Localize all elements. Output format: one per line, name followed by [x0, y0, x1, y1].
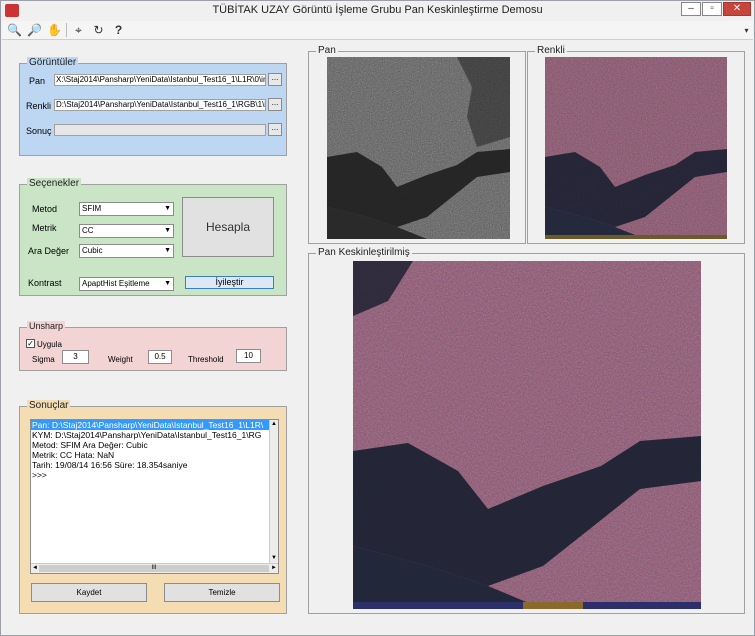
- sigma-label: Sigma: [32, 355, 55, 364]
- log-line: Metod: SFIM Ara Değer: Cubic: [32, 440, 148, 450]
- chevron-down-icon: ▼: [164, 280, 171, 287]
- renkli-image-graphic: [545, 57, 727, 239]
- options-panel: Seçenekler Metod SFIM ▼ Metrik CC ▼ Ara De…: [19, 178, 287, 296]
- uygula-label: Uygula: [37, 340, 62, 349]
- ara-deger-select[interactable]: Cubic ▼: [79, 244, 174, 258]
- renkli-browse-button[interactable]: ...: [268, 98, 282, 111]
- help-icon[interactable]: ?: [110, 22, 127, 39]
- threshold-input[interactable]: 10: [236, 349, 261, 363]
- renkli-path-field[interactable]: D:\Staj2014\Pansharp\YeniData\Istanbul_T…: [54, 99, 266, 111]
- sharpened-view-label: Pan Keskinleştirilmiş: [316, 247, 412, 258]
- sonuc-path-field[interactable]: [54, 124, 266, 136]
- title-bar: TÜBİTAK UZAY Görüntü İşleme Grubu Pan Ke…: [1, 1, 754, 21]
- unsharp-panel: Unsharp ✓ Uygula Sigma 3 Weight 0.5 Thre…: [19, 321, 287, 371]
- images-legend: Görüntüler: [27, 57, 79, 68]
- sonuc-browse-button[interactable]: ...: [268, 123, 282, 136]
- pan-label: Pan: [29, 76, 46, 86]
- zoom-out-icon[interactable]: 🔎: [26, 22, 43, 39]
- toolbar-separator: [66, 23, 67, 37]
- kontrast-value: ApaptHist Eşitleme: [82, 279, 150, 288]
- kaydet-button[interactable]: Kaydet: [31, 583, 147, 602]
- vertical-scrollbar[interactable]: ▲ ▼: [269, 420, 278, 563]
- weight-label: Weight: [108, 355, 133, 364]
- chevron-down-icon: ▼: [164, 227, 171, 234]
- chevron-down-icon: ▼: [164, 247, 171, 254]
- scroll-left-icon[interactable]: ◄: [32, 564, 38, 573]
- ara-deger-label: Ara Değer: [28, 246, 70, 256]
- toolbar-overflow-icon[interactable]: ▾: [738, 22, 755, 39]
- window-title: TÜBİTAK UZAY Görüntü İşleme Grubu Pan Ke…: [212, 4, 543, 16]
- pan-image-graphic: [327, 57, 510, 239]
- log-line: Tarih: 19/08/14 16:56 Süre: 18.354saniye: [32, 460, 188, 470]
- pan-image[interactable]: [327, 57, 510, 239]
- uygula-checkbox[interactable]: ✓: [26, 339, 35, 348]
- renkli-view-label: Renkli: [535, 45, 567, 56]
- scroll-up-icon[interactable]: ▲: [270, 420, 278, 429]
- sharpened-image[interactable]: [353, 261, 701, 609]
- minimize-button[interactable]: –: [681, 2, 701, 16]
- hesapla-button[interactable]: Hesapla: [182, 197, 274, 257]
- toolbar: 🔍 🔎 ✋ ⌖ ↻ ? ▾: [2, 21, 753, 40]
- metod-value: SFIM: [82, 204, 102, 213]
- threshold-label: Threshold: [188, 355, 224, 364]
- unsharp-legend: Unsharp: [27, 321, 66, 331]
- iyilestir-button[interactable]: İyileştir: [185, 276, 274, 289]
- log-line: >>>: [32, 470, 47, 480]
- renkli-image[interactable]: [545, 57, 727, 239]
- metod-select[interactable]: SFIM ▼: [79, 202, 174, 216]
- weight-input[interactable]: 0.5: [148, 350, 172, 364]
- zoom-in-icon[interactable]: 🔍: [6, 22, 23, 39]
- results-log[interactable]: Pan: D:\Staj2014\Pansharp\YeniData\Istan…: [30, 419, 279, 574]
- app-window: TÜBİTAK UZAY Görüntü İşleme Grubu Pan Ke…: [0, 0, 755, 636]
- log-line: Metrik: CC Hata: NaN: [32, 450, 115, 460]
- metod-label: Metod: [32, 204, 58, 214]
- images-panel: Görüntüler Pan X:\Staj2014\Pansharp\Yeni…: [19, 57, 287, 156]
- sonuc-label: Sonuç: [26, 126, 52, 136]
- sigma-input[interactable]: 3: [62, 350, 89, 364]
- close-button[interactable]: ✕: [723, 2, 751, 16]
- kontrast-select[interactable]: ApaptHist Eşitleme ▼: [79, 277, 174, 291]
- temizle-button[interactable]: Temizle: [164, 583, 280, 602]
- chevron-down-icon: ▼: [164, 205, 171, 212]
- pan-view-frame: Pan: [308, 45, 526, 244]
- metrik-select[interactable]: CC ▼: [79, 224, 174, 238]
- scroll-right-icon[interactable]: ►: [271, 564, 277, 573]
- log-line: Pan: D:\Staj2014\Pansharp\YeniData\Istan…: [31, 420, 269, 430]
- options-legend: Seçenekler: [27, 178, 82, 189]
- results-legend: Sonuçlar: [27, 400, 71, 411]
- sharpened-image-graphic: [353, 261, 701, 609]
- ara-deger-value: Cubic: [82, 246, 103, 255]
- horizontal-scrollbar[interactable]: ◄ III ►: [31, 563, 278, 573]
- data-cursor-icon[interactable]: ⌖: [70, 22, 87, 39]
- metrik-label: Metrik: [32, 223, 57, 233]
- pan-view-label: Pan: [316, 45, 338, 56]
- pan-browse-button[interactable]: ...: [268, 73, 282, 86]
- results-panel: Sonuçlar Pan: D:\Staj2014\Pansharp\YeniD…: [19, 400, 287, 614]
- pan-path-field[interactable]: X:\Staj2014\Pansharp\YeniData\Istanbul_T…: [54, 74, 266, 86]
- rotate-icon[interactable]: ↻: [90, 22, 107, 39]
- scroll-down-icon[interactable]: ▼: [270, 554, 278, 563]
- sharpened-view-frame: Pan Keskinleştirilmiş: [308, 247, 745, 614]
- renkli-label: Renkli: [26, 101, 52, 111]
- log-line: KYM: D:\Staj2014\Pansharp\YeniData\Istan…: [32, 430, 262, 440]
- maximize-button[interactable]: ▫: [702, 2, 722, 16]
- kontrast-label: Kontrast: [28, 278, 62, 288]
- pan-hand-icon[interactable]: ✋: [46, 22, 63, 39]
- scroll-thumb[interactable]: III: [39, 565, 269, 572]
- renkli-view-frame: Renkli: [527, 45, 745, 244]
- metrik-value: CC: [82, 226, 94, 235]
